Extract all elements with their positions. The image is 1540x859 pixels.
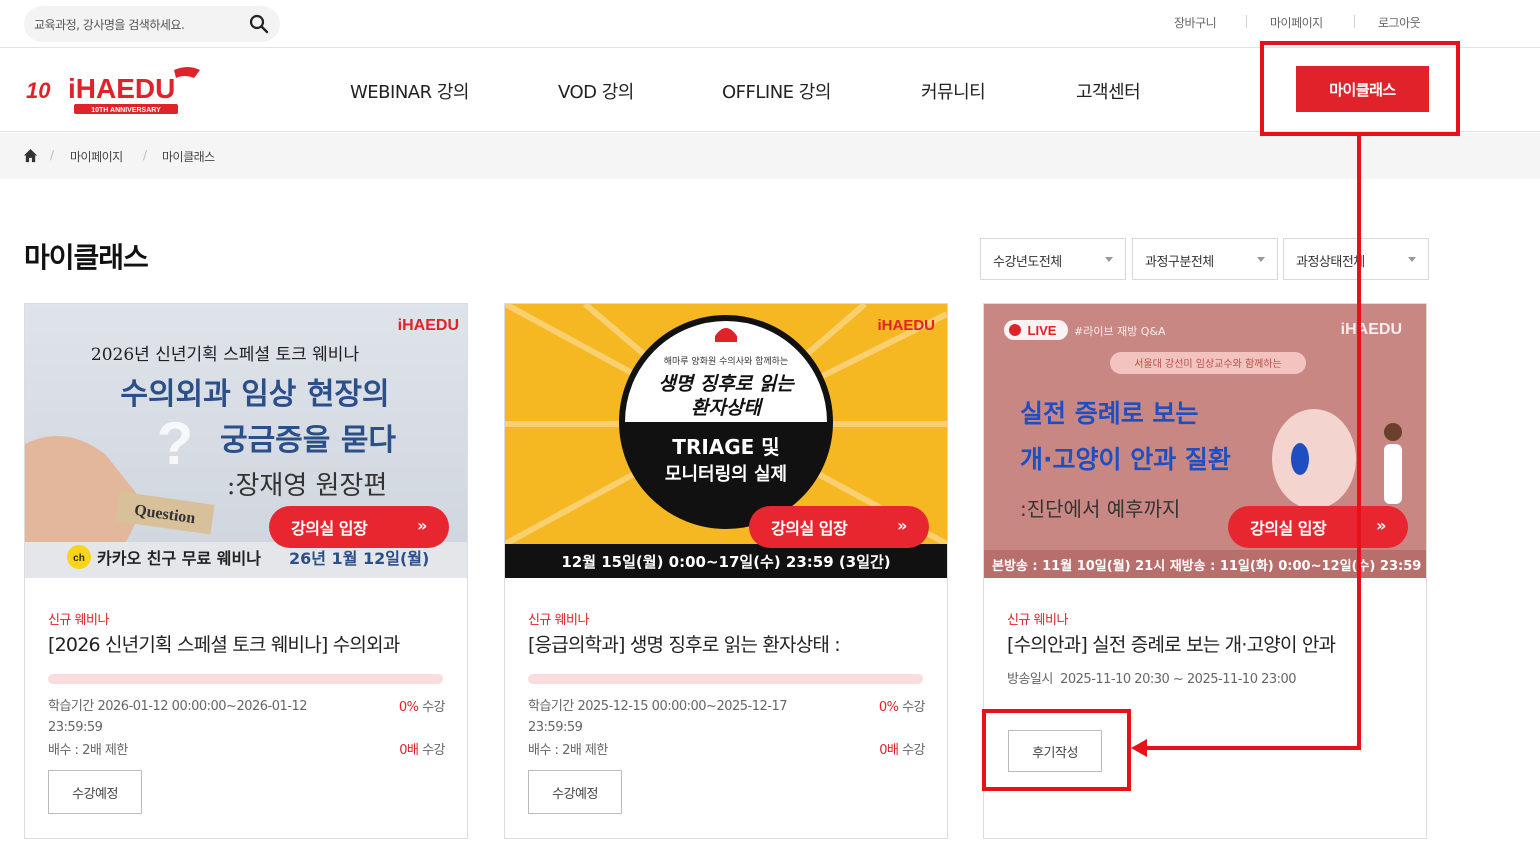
cart-link[interactable]: 장바구니 [1174, 14, 1217, 31]
chevron-down-icon [1257, 257, 1265, 262]
svg-text:수의외과 임상 현장의: 수의외과 임상 현장의 [120, 377, 389, 412]
breadcrumb-myclass[interactable]: 마이클래스 [162, 148, 215, 165]
svg-text:생명 징후로 읽는: 생명 징후로 읽는 [658, 373, 795, 395]
svg-text:iHAEDU: iHAEDU [398, 317, 459, 334]
broadcast-datetime: 방송일시 2025-11-10 20:30 ~ 2025-11-10 23:00 [1007, 672, 1297, 687]
course-title[interactable]: [응급의학과] 생명 징후로 읽는 환자상태 : [528, 630, 928, 657]
enter-classroom-button[interactable]: 강의실 입장 » [1228, 506, 1408, 548]
chevron-down-icon [1408, 257, 1416, 262]
speed-used: 0배 수강 [879, 743, 925, 758]
svg-text:환자상태: 환자상태 [691, 397, 763, 419]
breadcrumb: / 마이페이지 / 마이클래스 [0, 133, 1540, 179]
course-card: Question ? iHAEDU 2026년 신년기획 스페셜 토크 웨비나 … [24, 303, 468, 839]
course-card: iHAEDU 해마루 양화원 수의사와 함께하는 생명 징후로 읽는 환자상태 … [504, 303, 948, 839]
svg-text:2026년 신년기획 스페셜 토크 웨비나: 2026년 신년기획 스페셜 토크 웨비나 [91, 345, 360, 365]
svg-text::장재영 원장편: :장재영 원장편 [227, 471, 388, 501]
svg-text:서울대 강선미 임상교수와 함께하는: 서울대 강선미 임상교수와 함께하는 [1134, 357, 1282, 370]
course-thumbnail[interactable]: Question ? iHAEDU 2026년 신년기획 스페셜 토크 웨비나 … [25, 304, 467, 578]
svg-text:iHAEDU: iHAEDU [877, 317, 935, 334]
svg-text:ch: ch [73, 553, 85, 564]
nav-community[interactable]: 커뮤니티 [921, 78, 986, 104]
svg-text:iHAEDU: iHAEDU [1341, 321, 1402, 338]
svg-text:개·고양이 안과 질환: 개·고양이 안과 질환 [1020, 445, 1231, 474]
double-chevron-right-icon: » [417, 516, 427, 535]
course-title[interactable]: [2026 신년기획 스페셜 토크 웨비나] 수의외과 [48, 630, 448, 657]
svg-text:12월 15일(월) 0:00~17일(수) 23:59 (: 12월 15일(월) 0:00~17일(수) 23:59 (3일간) [561, 553, 890, 571]
annotation-line-vertical [1357, 136, 1361, 750]
logo-text: iHAEDU [68, 73, 175, 104]
speed-used: 0배 수강 [399, 743, 445, 758]
search-input[interactable]: 교육과정, 강사명을 검색하세요. [34, 16, 185, 33]
arrow-left-icon [1131, 739, 1147, 757]
svg-text:#라이브 재방 Q&A: #라이브 재방 Q&A [1074, 325, 1166, 338]
home-icon[interactable] [23, 148, 38, 163]
ihaedu-logo[interactable]: 10 iHAEDU 10TH ANNIVERSARY [24, 62, 204, 118]
breadcrumb-mypage[interactable]: 마이페이지 [70, 148, 123, 165]
year-filter-select[interactable]: 수강년도전체 [980, 238, 1126, 280]
page: 교육과정, 강사명을 검색하세요. 장바구니 마이페이지 로그아웃 10 iHA… [0, 0, 1540, 859]
nav-webinar[interactable]: WEBINAR 강의 [350, 78, 469, 104]
svg-text:카카오 친구 무료 웨비나: 카카오 친구 무료 웨비나 [97, 549, 261, 568]
svg-text:LIVE: LIVE [1028, 323, 1057, 338]
course-category: 신규 웨비나 [48, 613, 109, 628]
nav-offline[interactable]: OFFLINE 강의 [722, 78, 831, 104]
speed-limit: 배수 : 2배 제한 [48, 743, 128, 758]
svg-text::진단에서 예후까지: :진단에서 예후까지 [1020, 497, 1180, 521]
nav-customer-center[interactable]: 고객센터 [1076, 78, 1141, 104]
svg-text:TRIAGE 및: TRIAGE 및 [672, 435, 779, 459]
study-period: 학습기간 2026-01-12 00:00:00~2026-01-12 23:5… [48, 699, 308, 735]
search-icon[interactable] [249, 14, 269, 34]
progress-percent: 0% 수강 [878, 700, 926, 715]
divider [1246, 15, 1247, 28]
svg-text:10: 10 [26, 78, 51, 103]
logo-subtitle: 10TH ANNIVERSARY [91, 107, 161, 114]
svg-text:실전 증례로 보는: 실전 증례로 보는 [1020, 399, 1198, 428]
double-chevron-right-icon: » [897, 516, 907, 535]
progress-bar [48, 674, 443, 684]
course-category: 신규 웨비나 [1007, 613, 1068, 628]
speed-limit: 배수 : 2배 제한 [528, 743, 608, 758]
logout-link[interactable]: 로그아웃 [1378, 14, 1421, 31]
divider [1354, 15, 1355, 28]
enter-classroom-button[interactable]: 강의실 입장 » [749, 506, 929, 548]
chevron-down-icon [1105, 257, 1113, 262]
scheduled-button[interactable]: 수강예정 [48, 770, 142, 814]
progress-percent: 0% 수강 [398, 700, 446, 715]
annotation-line-horizontal [1145, 746, 1361, 750]
highlight-box-myclass [1260, 41, 1460, 136]
search-box[interactable]: 교육과정, 강사명을 검색하세요. [24, 6, 280, 42]
svg-text:해마루 양화원 수의사와 함께하는: 해마루 양화원 수의사와 함께하는 [664, 355, 789, 367]
study-period: 학습기간 2025-12-15 00:00:00~2025-12-17 23:5… [528, 699, 788, 735]
course-status-filter-select[interactable]: 과정상태전체 [1283, 238, 1429, 280]
course-category: 신규 웨비나 [528, 613, 589, 628]
mypage-link[interactable]: 마이페이지 [1270, 14, 1323, 31]
scheduled-button[interactable]: 수강예정 [528, 770, 622, 814]
svg-text:모니터링의 실제: 모니터링의 실제 [665, 464, 787, 485]
page-title: 마이클래스 [24, 241, 149, 274]
svg-text:26년 1월 12일(월): 26년 1월 12일(월) [289, 549, 429, 568]
enter-classroom-button[interactable]: 강의실 입장 » [269, 506, 449, 548]
highlight-box-review [982, 709, 1131, 791]
nav-vod[interactable]: VOD 강의 [558, 78, 634, 104]
svg-text:궁금증을 묻다: 궁금증을 묻다 [220, 423, 396, 458]
course-title[interactable]: [수의안과] 실전 증례로 보는 개·고양이 안과 [1007, 630, 1407, 657]
course-type-filter-select[interactable]: 과정구분전체 [1132, 238, 1278, 280]
svg-text:?: ? [157, 410, 194, 477]
double-chevron-right-icon: » [1376, 516, 1386, 535]
progress-bar [528, 674, 923, 684]
course-thumbnail[interactable]: iHAEDU 해마루 양화원 수의사와 함께하는 생명 징후로 읽는 환자상태 … [505, 304, 947, 578]
